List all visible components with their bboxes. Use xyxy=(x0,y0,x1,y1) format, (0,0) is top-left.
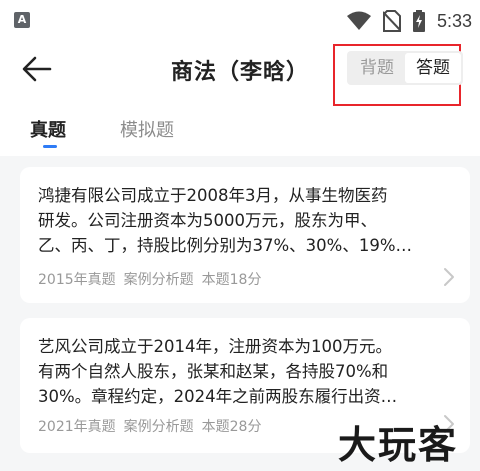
mode-toggle[interactable]: 背题 答题 xyxy=(347,51,463,85)
question-preview: 鸿捷有限公司成立于2008年3月，从事生物医药 研发。公司注册资本为5000万元… xyxy=(38,183,458,258)
question-line: 艺风公司成立于2014年，注册资本为100万元。 xyxy=(38,337,392,356)
active-tab-indicator xyxy=(43,145,57,148)
question-type: 案例分析题 xyxy=(123,419,194,435)
question-meta: 2021年真题 案例分析题 本题28分 xyxy=(38,416,261,436)
question-year: 2015年真题 xyxy=(38,272,116,288)
app-notification-icon: A xyxy=(14,12,30,28)
no-sim-icon xyxy=(382,10,401,32)
question-year: 2021年真题 xyxy=(38,419,116,435)
question-type: 案例分析题 xyxy=(123,272,194,288)
question-card[interactable]: 鸿捷有限公司成立于2008年3月，从事生物医药 研发。公司注册资本为5000万元… xyxy=(20,167,470,303)
question-score: 本题28分 xyxy=(201,419,262,435)
status-time: 5:33 xyxy=(436,10,472,31)
question-meta: 2015年真题 案例分析题 本题18分 xyxy=(38,269,261,289)
question-score: 本题18分 xyxy=(201,272,262,288)
question-line: 鸿捷有限公司成立于2008年3月，从事生物医药 xyxy=(38,186,388,205)
mode-option-answer[interactable]: 答题 xyxy=(405,53,461,83)
tab-mock-questions[interactable]: 模拟题 xyxy=(120,116,174,142)
tab-real-questions[interactable]: 真题 xyxy=(30,116,66,142)
question-tabs: 真题 模拟题 xyxy=(0,106,480,154)
app-header: 商法（李晗） 背题 答题 xyxy=(0,40,480,106)
status-icons: 5:33 xyxy=(346,8,472,34)
question-line: 30%。章程约定，2024年之前两股东履行出资… xyxy=(38,387,398,406)
question-line: 乙、丙、丁，持股比例分别为37%、30%、19%… xyxy=(38,236,413,255)
wifi-icon xyxy=(346,11,371,30)
status-bar: A 5:33 xyxy=(0,0,480,40)
mode-option-recite[interactable]: 背题 xyxy=(349,53,405,83)
chevron-right-icon xyxy=(444,268,454,286)
watermark-logo: 大玩客 xyxy=(338,423,459,467)
battery-charging-icon xyxy=(412,10,425,32)
question-line: 有两个自然人股东，张某和赵某，各持股70%和 xyxy=(38,362,389,381)
question-line: 研发。公司注册资本为5000万元，股东为甲、 xyxy=(38,211,377,230)
question-preview: 艺风公司成立于2014年，注册资本为100万元。 有两个自然人股东，张某和赵某，… xyxy=(38,334,458,409)
